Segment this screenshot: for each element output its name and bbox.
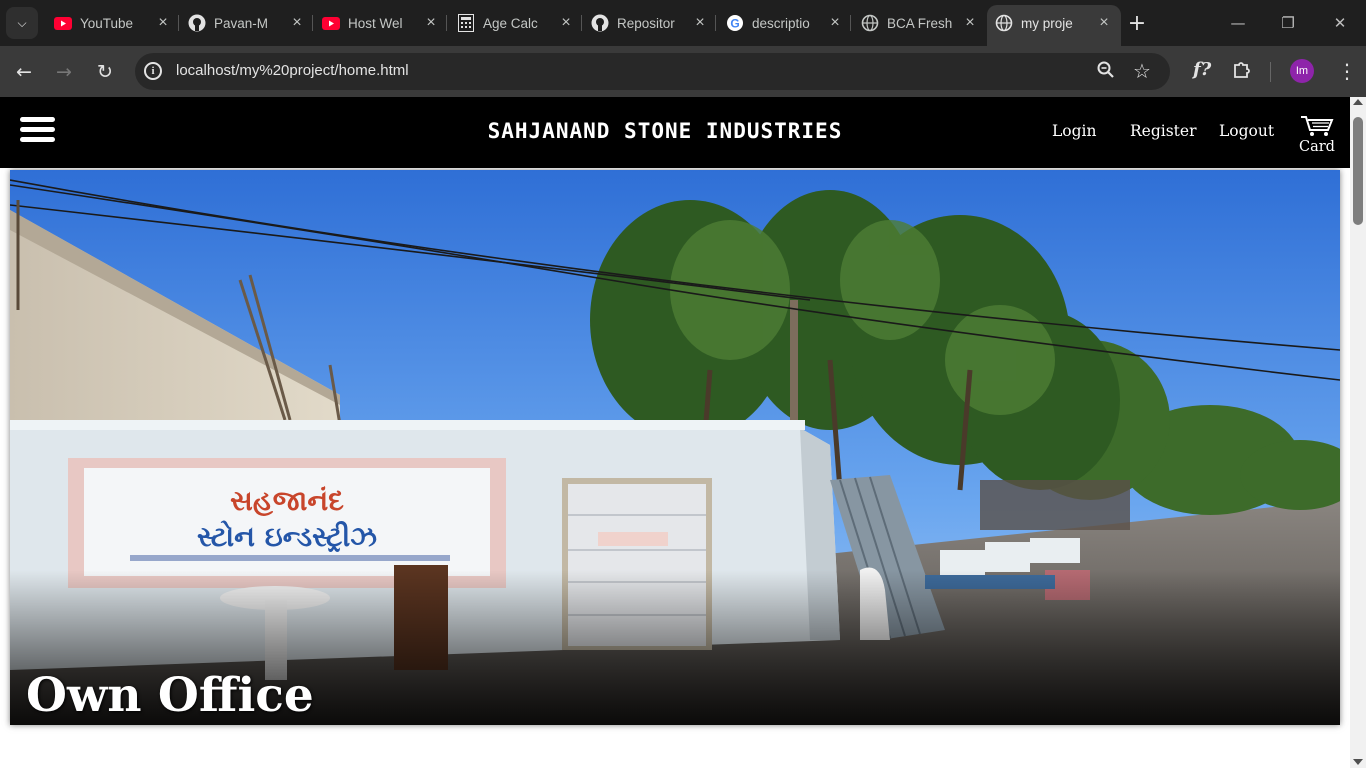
sign-line-1: સહજાનંદ bbox=[230, 484, 344, 517]
reload-button[interactable]: ↻ bbox=[90, 57, 120, 87]
tab-title: my proje bbox=[1021, 15, 1073, 31]
profile-avatar[interactable]: Im bbox=[1290, 59, 1314, 83]
youtube-icon bbox=[54, 14, 72, 32]
tab-separator bbox=[850, 15, 851, 31]
scroll-down-arrow-icon[interactable] bbox=[1353, 759, 1363, 765]
close-icon[interactable]: × bbox=[422, 14, 440, 32]
close-icon[interactable]: × bbox=[691, 14, 709, 32]
hero-caption: Own Office bbox=[26, 668, 314, 723]
forward-button[interactable]: → bbox=[49, 57, 79, 87]
calculator-icon bbox=[457, 14, 475, 32]
extensions-puzzle-icon[interactable] bbox=[1232, 59, 1252, 84]
minimize-icon: — bbox=[1230, 14, 1246, 32]
tab-separator bbox=[581, 15, 582, 31]
globe-icon bbox=[995, 14, 1013, 32]
arrow-right-icon: → bbox=[56, 61, 72, 83]
google-icon: G bbox=[726, 14, 744, 32]
back-button[interactable]: ← bbox=[9, 57, 39, 87]
browser-toolbar: ← → ↻ i localhost/my%20project/home.html… bbox=[0, 46, 1366, 97]
youtube-icon bbox=[322, 14, 340, 32]
tab-title: YouTube bbox=[80, 15, 134, 31]
office-photo: સહજાનંદ સ્ટોન ઇન્ડસ્ટ્રીઝ bbox=[10, 170, 1340, 725]
site-header: SAHJANAND STONE INDUSTRIES Login Registe… bbox=[0, 97, 1350, 168]
tab-github[interactable]: Pavan-M × bbox=[180, 8, 314, 38]
close-icon[interactable]: × bbox=[1095, 14, 1113, 32]
zoom-icon[interactable] bbox=[1097, 61, 1115, 84]
cart-label: Card bbox=[1299, 139, 1335, 155]
close-icon: ✕ bbox=[1333, 14, 1347, 32]
address-bar[interactable]: i localhost/my%20project/home.html ☆ bbox=[135, 53, 1170, 90]
kebab-menu-icon[interactable]: ⋮ bbox=[1337, 59, 1357, 83]
new-tab-button[interactable]: + bbox=[1124, 10, 1150, 36]
close-window-button[interactable]: ✕ bbox=[1317, 8, 1363, 38]
tab-separator bbox=[715, 15, 716, 31]
tab-title: Host Wel bbox=[348, 15, 403, 31]
bookmark-star-icon[interactable]: ☆ bbox=[1133, 59, 1151, 83]
tab-title: Repositor bbox=[617, 15, 675, 31]
github-icon bbox=[591, 14, 609, 32]
tab-search-button[interactable]: ⌵ bbox=[6, 7, 38, 39]
close-icon[interactable]: × bbox=[288, 14, 306, 32]
tab-my-project[interactable]: my proje × bbox=[987, 5, 1121, 46]
globe-icon bbox=[861, 14, 879, 32]
logout-link[interactable]: Logout bbox=[1219, 122, 1274, 140]
register-link[interactable]: Register bbox=[1130, 122, 1197, 140]
tab-age-calc[interactable]: Age Calc × bbox=[449, 8, 583, 38]
minimize-button[interactable]: — bbox=[1215, 8, 1261, 38]
browser-tab-bar: ⌵ YouTube × Pavan-M × Host Wel × Age Cal… bbox=[0, 0, 1366, 46]
tab-google-description[interactable]: G descriptio × bbox=[718, 8, 852, 38]
tab-youtube[interactable]: YouTube × bbox=[46, 8, 180, 38]
cart-button[interactable]: Card bbox=[1296, 115, 1338, 155]
close-icon[interactable]: × bbox=[557, 14, 575, 32]
reload-icon: ↻ bbox=[97, 61, 113, 83]
tab-repository[interactable]: Repositor × bbox=[583, 8, 717, 38]
close-icon[interactable]: × bbox=[826, 14, 844, 32]
toolbar-divider bbox=[1270, 62, 1271, 82]
shopping-cart-icon bbox=[1301, 116, 1334, 136]
plus-icon: + bbox=[1127, 10, 1147, 36]
scroll-up-arrow-icon[interactable] bbox=[1353, 99, 1363, 105]
sign-line-2: સ્ટોન ઇન્ડસ્ટ્રીઝ bbox=[197, 520, 377, 553]
restore-button[interactable]: ❐ bbox=[1265, 8, 1311, 38]
restore-icon: ❐ bbox=[1281, 14, 1295, 32]
close-icon[interactable]: × bbox=[961, 14, 979, 32]
login-link[interactable]: Login bbox=[1052, 122, 1097, 140]
url-text[interactable]: localhost/my%20project/home.html bbox=[176, 62, 409, 79]
tab-host-web[interactable]: Host Wel × bbox=[314, 8, 448, 38]
hero-slide: સહજાનંદ સ્ટોન ઇન્ડસ્ટ્રીઝ Own Office bbox=[10, 170, 1340, 725]
scroll-thumb[interactable] bbox=[1353, 117, 1363, 225]
tab-separator bbox=[178, 15, 179, 31]
tab-title: descriptio bbox=[752, 15, 810, 31]
tab-separator bbox=[312, 15, 313, 31]
tab-separator bbox=[446, 15, 447, 31]
tab-title: Pavan-M bbox=[214, 15, 269, 31]
svg-text:G: G bbox=[730, 17, 739, 31]
site-info-icon[interactable]: i bbox=[144, 62, 162, 80]
tab-title: Age Calc bbox=[483, 15, 538, 31]
github-icon bbox=[188, 14, 206, 32]
page-scrollbar[interactable] bbox=[1350, 97, 1366, 768]
tab-bca-fresh[interactable]: BCA Fresh × bbox=[853, 8, 987, 38]
page-viewport: SAHJANAND STONE INDUSTRIES Login Registe… bbox=[0, 97, 1366, 768]
close-icon[interactable]: × bbox=[154, 14, 172, 32]
chevron-down-icon: ⌵ bbox=[17, 15, 27, 30]
arrow-left-icon: ← bbox=[16, 61, 32, 83]
formula-extension-icon[interactable]: f? bbox=[1193, 59, 1211, 80]
tab-title: BCA Fresh bbox=[887, 15, 953, 31]
